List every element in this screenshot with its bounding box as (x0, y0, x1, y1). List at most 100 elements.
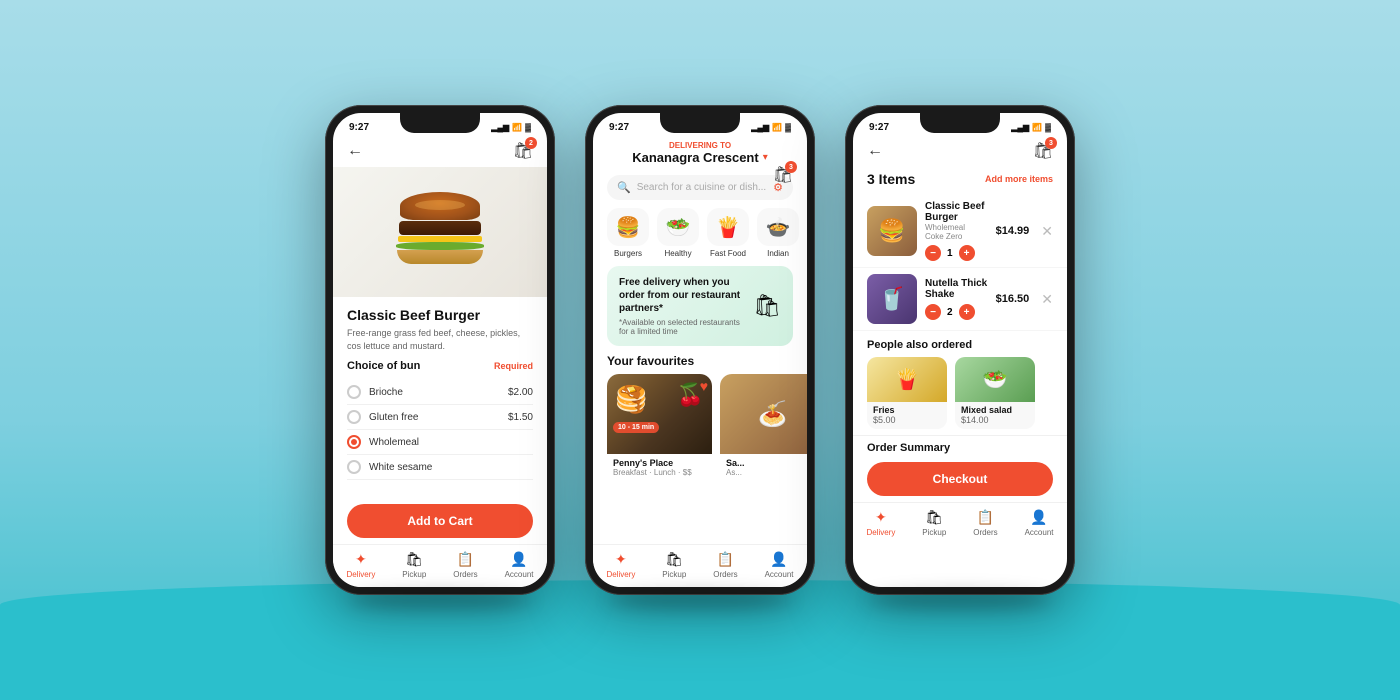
burgers-emoji: 🍔 (607, 208, 649, 246)
also-ordered: People also ordered 🍟 Fries $5.00 🥗 Mixe… (853, 331, 1067, 435)
nav-orders-1[interactable]: 📋 Orders (453, 551, 477, 579)
battery-icon: ▓ (525, 123, 531, 132)
option-wholemeal[interactable]: Wholemeal (347, 430, 533, 455)
increase-burger[interactable]: + (959, 245, 975, 261)
wifi-icon-3: 📶 (1032, 123, 1042, 132)
search-icon: 🔍 (617, 181, 631, 194)
cuisine-healthy[interactable]: 🥗 Healthy (657, 208, 699, 258)
decrease-burger[interactable]: − (925, 245, 941, 261)
cart-button-3[interactable]: 🛍 3 (1033, 141, 1053, 161)
cuisine-burgers[interactable]: 🍔 Burgers (607, 208, 649, 258)
bottom-nav-1: ✦ Delivery 🛍 Pickup 📋 Orders 👤 Account (333, 544, 547, 587)
delivering-to-label: DELIVERING TO (607, 141, 793, 150)
bun-bottom-visual (397, 250, 483, 264)
nav-orders-2[interactable]: 📋 Orders (713, 551, 737, 579)
radio-wholemeal[interactable] (347, 435, 361, 449)
account-label-3: Account (1025, 528, 1054, 537)
pennys-name: Penny's Place (613, 458, 706, 468)
search-bar[interactable]: 🔍 Search for a cuisine or dish... ⚙ (607, 175, 793, 200)
also-salad[interactable]: 🥗 Mixed salad $14.00 (955, 357, 1035, 429)
delivery-icon-3: ✦ (875, 509, 887, 526)
nav-delivery-1[interactable]: ✦ Delivery (346, 551, 375, 579)
also-title: People also ordered (867, 339, 1053, 351)
search-input[interactable]: Search for a cuisine or dish... (637, 182, 767, 193)
bottom-nav-3: ✦ Delivery 🛍 Pickup 📋 Orders 👤 Account (853, 502, 1067, 545)
nav-account-3[interactable]: 👤 Account (1025, 509, 1054, 537)
nav-account-2[interactable]: 👤 Account (765, 551, 794, 579)
remove-burger[interactable]: ✕ (1041, 223, 1053, 240)
indian-label: Indian (767, 249, 789, 258)
nav-pickup-3[interactable]: 🛍 Pickup (922, 509, 946, 537)
notch-3 (920, 113, 1000, 133)
decrease-shake[interactable]: − (925, 304, 941, 320)
patty-visual (399, 221, 481, 235)
chevron-down-icon: ▾ (763, 152, 768, 163)
option-brioche[interactable]: Brioche $2.00 (347, 380, 533, 405)
nav-delivery-3[interactable]: ✦ Delivery (866, 509, 895, 537)
cuisine-fastfood[interactable]: 🍟 Fast Food (707, 208, 749, 258)
radio-white-sesame[interactable] (347, 460, 361, 474)
cart-item-burger: 🍔 Classic Beef Burger Wholemeal Coke Zer… (853, 195, 1067, 268)
heart-icon[interactable]: ♥ (700, 378, 708, 394)
cuisine-indian[interactable]: 🍲 Indian (757, 208, 799, 258)
option-gluten-free[interactable]: Gluten free $1.50 (347, 405, 533, 430)
back-button-3[interactable]: ← (867, 142, 883, 160)
also-fries[interactable]: 🍟 Fries $5.00 (867, 357, 947, 429)
p1-header: ← 🛍 2 (333, 137, 547, 167)
option-white-sesame[interactable]: White sesame (347, 455, 533, 480)
status-icons-1: ▂▄▆ 📶 ▓ (491, 123, 531, 132)
burger-cart-sub1: Wholemeal (925, 223, 988, 232)
fav-card-second[interactable]: 🍝 Sa... As... (720, 374, 807, 481)
choice-label: Choice of bun (347, 360, 420, 372)
product-description: Free-range grass fed beef, cheese, pickl… (347, 327, 533, 352)
shake-info: Nutella Thick Shake − 2 + (925, 278, 988, 320)
nav-account-1[interactable]: 👤 Account (505, 551, 534, 579)
nav-pickup-2[interactable]: 🛍 Pickup (662, 551, 686, 579)
fastfood-label: Fast Food (710, 249, 746, 258)
cart-badge-2: 3 (785, 161, 797, 173)
nav-delivery-2[interactable]: ✦ Delivery (606, 551, 635, 579)
phone-2: 9:27 ▂▄▆ 📶 ▓ DELIVERING TO Kananagra Cre… (585, 105, 815, 595)
status-icons-2: ▂▄▆ 📶 ▓ (751, 123, 791, 132)
fav-card-pennys[interactable]: 10 - 15 min ♥ Penny's Place Breakfast · … (607, 374, 712, 481)
promo-sub: *Available on selected restaurants for a… (619, 318, 745, 336)
label-brioche: Brioche (369, 387, 403, 398)
pickup-label-2: Pickup (662, 570, 686, 579)
burger-cart-name: Classic Beef Burger (925, 201, 988, 223)
orders-label-3: Orders (973, 528, 997, 537)
shake-thumb: 🥤 (867, 274, 917, 324)
nav-pickup-1[interactable]: 🛍 Pickup (402, 551, 426, 579)
pennys-image (607, 374, 712, 454)
items-count: 3 Items (867, 171, 915, 187)
radio-gluten-free[interactable] (347, 410, 361, 424)
time-badge-pennys: 10 - 15 min (613, 422, 659, 433)
notch-2 (660, 113, 740, 133)
p1-content: Classic Beef Burger Free-range grass fed… (333, 297, 547, 498)
cart-button[interactable]: 🛍 2 (513, 141, 533, 161)
promo-title: Free delivery when you order from our re… (619, 276, 745, 315)
healthy-label: Healthy (664, 249, 691, 258)
checkout-button[interactable]: Checkout (867, 462, 1053, 496)
account-icon-2: 👤 (770, 551, 787, 568)
location-name: Kananagra Crescent (632, 150, 758, 165)
fastfood-emoji: 🍟 (707, 208, 749, 246)
bag-icon: 🛍 (753, 293, 781, 319)
delivery-label: Delivery (346, 570, 375, 579)
cart-badge: 2 (525, 137, 537, 149)
wifi-icon-2: 📶 (772, 123, 782, 132)
cart-button-2[interactable]: 🛍 3 (773, 165, 793, 185)
second-sub: As... (726, 468, 807, 477)
signal-icon-3: ▂▄▆ (1011, 123, 1029, 132)
indian-emoji: 🍲 (757, 208, 799, 246)
radio-brioche[interactable] (347, 385, 361, 399)
location-row[interactable]: Kananagra Crescent ▾ (607, 150, 793, 165)
orders-icon-3: 📋 (977, 509, 994, 526)
add-more-button[interactable]: Add more items (985, 174, 1053, 184)
increase-shake[interactable]: + (959, 304, 975, 320)
remove-shake[interactable]: ✕ (1041, 291, 1053, 308)
favourites-grid: 10 - 15 min ♥ Penny's Place Breakfast · … (593, 374, 807, 481)
account-icon: 👤 (510, 551, 527, 568)
nav-orders-3[interactable]: 📋 Orders (973, 509, 997, 537)
add-to-cart-button[interactable]: Add to Cart (347, 504, 533, 538)
back-button[interactable]: ← (347, 142, 363, 160)
